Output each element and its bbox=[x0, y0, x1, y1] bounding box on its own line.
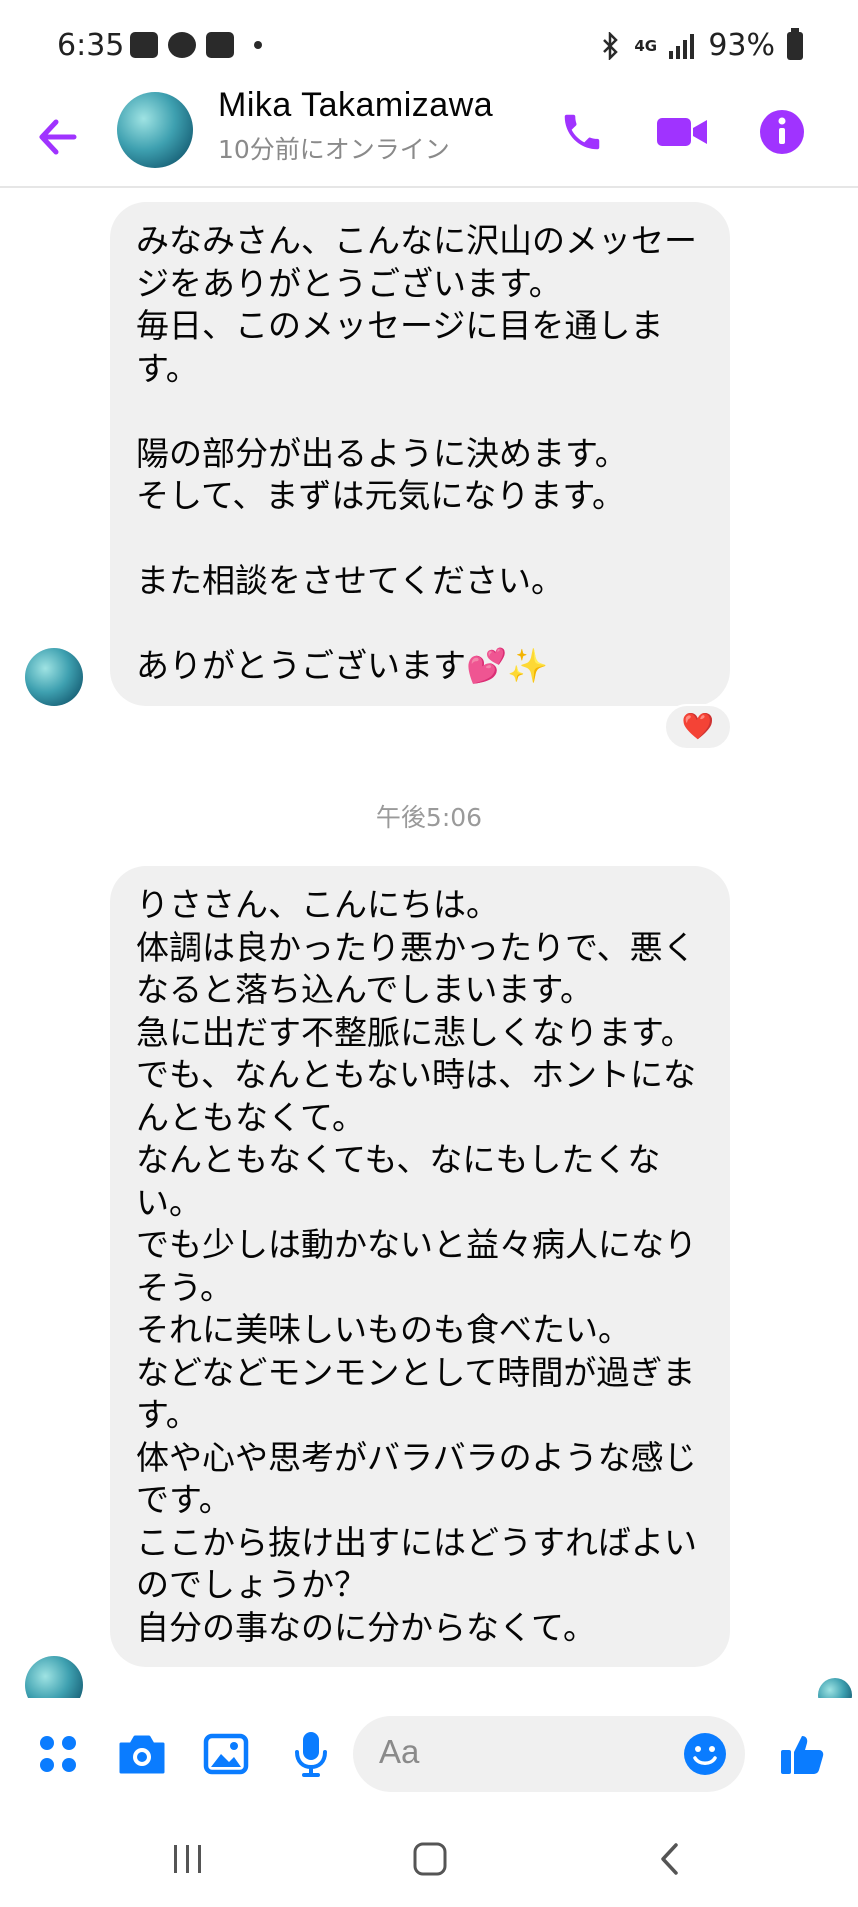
home-button[interactable] bbox=[400, 1834, 460, 1884]
contact-avatar[interactable] bbox=[117, 92, 193, 168]
phone-icon bbox=[564, 114, 600, 150]
conversation-info-button[interactable] bbox=[752, 102, 812, 162]
smiley-icon bbox=[684, 1733, 726, 1775]
info-icon bbox=[760, 110, 804, 154]
status-time: 6:35 bbox=[57, 28, 125, 63]
audio-call-button[interactable] bbox=[552, 102, 612, 162]
bluetooth-icon bbox=[603, 31, 619, 60]
photo-icon bbox=[203, 1733, 249, 1775]
gallery-icon bbox=[130, 32, 158, 58]
sender-avatar[interactable] bbox=[25, 648, 83, 706]
network-type: 4G bbox=[634, 36, 658, 55]
system-navigation-bar bbox=[0, 1810, 858, 1907]
thumbs-up-icon bbox=[781, 1736, 824, 1774]
camera-icon bbox=[119, 1735, 165, 1774]
signal-icon bbox=[669, 33, 695, 59]
back-arrow-icon bbox=[39, 119, 77, 155]
home-icon bbox=[413, 1842, 447, 1876]
gallery-button[interactable] bbox=[198, 1726, 254, 1782]
camera-button[interactable] bbox=[114, 1726, 170, 1782]
recent-apps-button[interactable] bbox=[158, 1834, 218, 1884]
back-nav-button[interactable] bbox=[640, 1834, 700, 1884]
contact-name[interactable]: Mika Takamizawa bbox=[218, 86, 493, 125]
status-bar: 6:35 4G 93% bbox=[0, 0, 858, 92]
video-camera-icon bbox=[657, 118, 707, 146]
sender-avatar[interactable] bbox=[25, 1656, 83, 1698]
video-call-button[interactable] bbox=[652, 102, 712, 162]
read-receipt-avatar bbox=[818, 1678, 852, 1698]
more-notifications-icon bbox=[254, 41, 262, 49]
more-actions-button[interactable] bbox=[30, 1726, 86, 1782]
message-list[interactable]: みなみさん、こんなに沢山のメッセージをありがとうございます。 毎日、このメッセー… bbox=[0, 190, 858, 1698]
emoji-button[interactable] bbox=[677, 1726, 733, 1782]
line-icon bbox=[168, 32, 196, 58]
message-bubble[interactable]: みなみさん、こんなに沢山のメッセージをありがとうございます。 毎日、このメッセー… bbox=[110, 202, 730, 706]
contact-status: 10分前にオンライン bbox=[218, 135, 450, 164]
chevron-left-icon bbox=[661, 1843, 678, 1875]
heart-reaction-icon: ❤️ bbox=[681, 712, 715, 742]
grid-menu-icon bbox=[40, 1736, 76, 1772]
message-timestamp: 午後5:06 bbox=[375, 803, 483, 832]
back-button[interactable] bbox=[34, 112, 84, 162]
system-icons: 4G 93% bbox=[600, 27, 803, 63]
microphone-icon bbox=[295, 1732, 327, 1777]
voice-message-button[interactable] bbox=[283, 1726, 339, 1782]
message-input[interactable]: Aa bbox=[353, 1716, 745, 1792]
battery-percent: 93% bbox=[708, 28, 775, 63]
recent-apps-icon bbox=[174, 1845, 201, 1873]
battery-icon bbox=[787, 27, 803, 60]
notification-icons bbox=[130, 32, 262, 58]
message-bubble[interactable]: りささん、こんにちは。 体調は良かったり悪かったりで、悪くなると落ち込んでしまい… bbox=[110, 866, 730, 1667]
reaction-badge[interactable]: ❤️ bbox=[664, 704, 732, 750]
message-input-placeholder: Aa bbox=[379, 1733, 420, 1770]
like-button[interactable] bbox=[774, 1726, 830, 1782]
message-composer: Aa bbox=[0, 1698, 858, 1810]
conversation-header: Mika Takamizawa 10分前にオンライン bbox=[0, 86, 858, 188]
youtube-icon bbox=[206, 32, 234, 58]
